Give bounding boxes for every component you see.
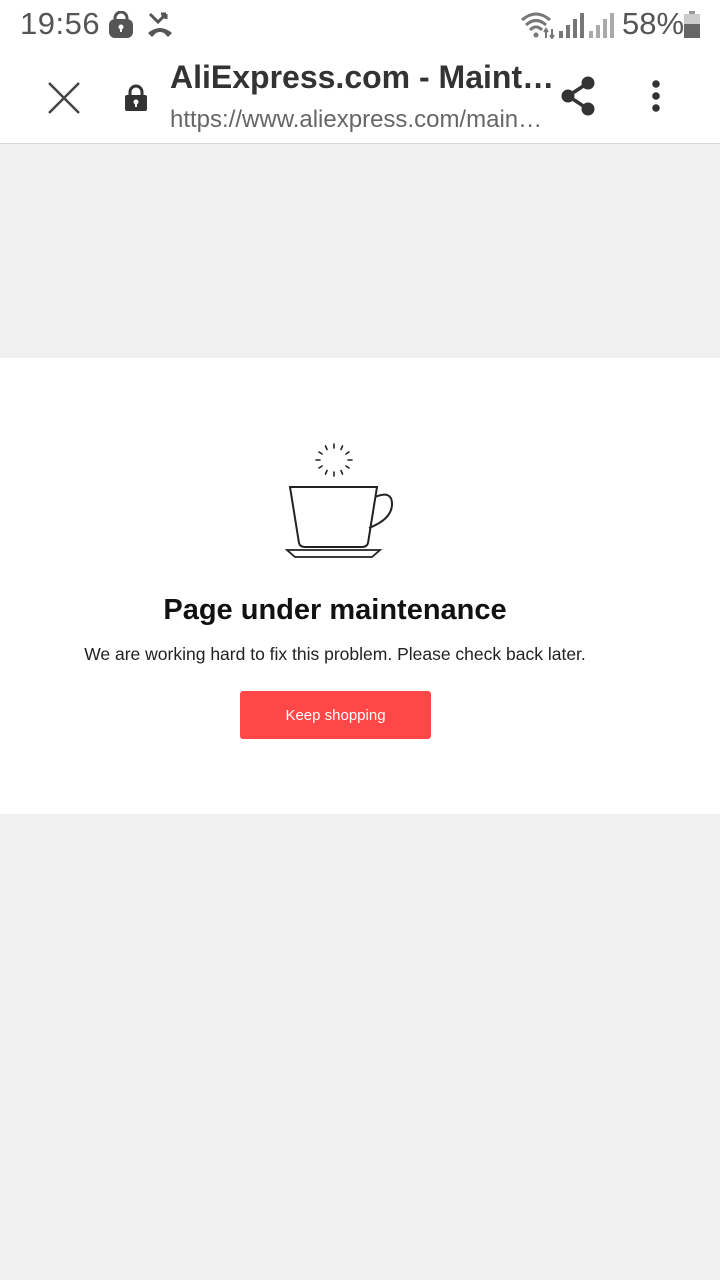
signal-icon	[558, 11, 584, 44]
maintenance-panel: Page under maintenance We are working ha…	[0, 358, 720, 814]
more-vert-icon[interactable]	[632, 72, 680, 120]
close-icon[interactable]	[40, 74, 88, 122]
lock-icon	[120, 80, 152, 116]
browser-toolbar: AliExpress.com - Maintenance https://www…	[0, 52, 720, 144]
page-url: https://www.aliexpress.com/maintenance	[170, 106, 545, 133]
wifi-icon	[520, 11, 556, 44]
page-heading: Page under maintenance	[163, 594, 507, 626]
signal-icon	[588, 11, 614, 44]
keep-shopping-button[interactable]: Keep shopping	[240, 691, 431, 739]
page-background-bottom	[0, 814, 720, 1280]
page-background-top	[0, 144, 720, 358]
battery-icon	[684, 11, 700, 44]
lock-icon	[108, 10, 134, 44]
status-bar: 19:56 58%	[0, 0, 720, 52]
coffee-cup-icon	[280, 440, 400, 570]
status-time: 19:56	[20, 6, 101, 41]
share-icon[interactable]	[554, 72, 602, 120]
battery-percentage: 58%	[622, 6, 685, 41]
page-title: AliExpress.com - Maintenance	[170, 59, 555, 95]
missed-call-icon	[146, 11, 174, 44]
maintenance-message: We are working hard to fix this problem.…	[84, 644, 586, 664]
